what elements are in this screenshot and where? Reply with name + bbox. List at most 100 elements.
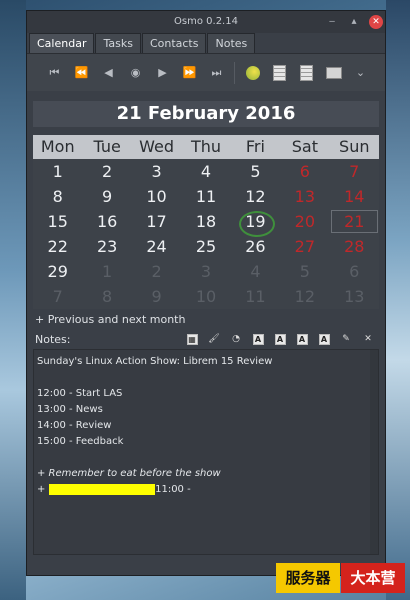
next-month-icon[interactable]: ⏩ (176, 61, 203, 85)
calendar-day[interactable]: 7 (330, 159, 379, 184)
calendar-day[interactable]: 4 (181, 159, 230, 184)
tab-bar: Calendar Tasks Contacts Notes (27, 33, 385, 53)
tab-notes[interactable]: Notes (207, 33, 256, 53)
tab-calendar[interactable]: Calendar (29, 33, 95, 53)
font-a-icon[interactable]: A (269, 331, 291, 347)
calendar-day[interactable]: 2 (132, 259, 181, 284)
calendar-day[interactable]: 12 (280, 284, 329, 309)
calendar-day[interactable]: 1 (33, 159, 82, 184)
calendar-day[interactable]: 20 (280, 209, 329, 234)
calendar-day[interactable]: 6 (330, 259, 379, 284)
notes-label: Notes: (35, 332, 71, 346)
calendar-day[interactable]: 12 (231, 184, 280, 209)
close-button[interactable]: ✕ (369, 15, 383, 29)
calendar-day[interactable]: 5 (280, 259, 329, 284)
calendar-day[interactable]: 3 (181, 259, 230, 284)
jump-to-date-icon[interactable] (239, 61, 266, 85)
clear-icon[interactable]: ✕ (357, 331, 379, 347)
note-line: Sunday's Linux Action Show: Librem 15 Re… (37, 356, 273, 367)
calendar-day[interactable]: 11 (231, 284, 280, 309)
note-line: 12:00 - Start LAS (37, 388, 123, 399)
font-a-icon[interactable]: A (291, 331, 313, 347)
date-calculator-icon[interactable] (293, 61, 320, 85)
desktop-background-left (0, 0, 26, 600)
prev-month-icon[interactable]: ⏪ (68, 61, 95, 85)
tab-tasks[interactable]: Tasks (95, 33, 141, 53)
weekday-header-row: Mon Tue Wed Thu Fri Sat Sun (33, 135, 379, 159)
clock-icon[interactable]: ◔ (225, 331, 247, 347)
calendar-day[interactable]: 5 (231, 159, 280, 184)
calendar-day-today[interactable]: 19 (231, 209, 280, 237)
weekday-label: Thu (190, 137, 222, 156)
calendar-day[interactable]: 8 (82, 284, 131, 309)
calendar-day[interactable]: 9 (82, 184, 131, 209)
calendar-day[interactable]: 27 (280, 234, 329, 259)
title-bar[interactable]: Osmo 0.2.14 ‒ ▴ ✕ (27, 11, 385, 33)
font-a-icon[interactable]: A (247, 331, 269, 347)
maximize-button[interactable]: ▴ (347, 15, 361, 29)
calendar-week-row: 8 9 10 11 12 13 14 (33, 184, 379, 209)
weekday-label: Wed (139, 137, 174, 156)
weekday-label: Fri (245, 137, 265, 156)
calendar-weeks: 1 2 3 4 5 6 7 8 9 10 11 12 13 14 15 16 17 18 19 20 21 22 23 24 2… (33, 159, 379, 309)
calendar-day[interactable]: 16 (82, 209, 131, 234)
note-line (37, 370, 375, 386)
grid-icon[interactable]: ▦ (181, 331, 203, 347)
font-a-icon[interactable]: A (313, 331, 335, 347)
calendar-day[interactable]: 10 (132, 184, 181, 209)
calendar-day[interactable]: 10 (181, 284, 230, 309)
notes-scrollbar[interactable] (370, 350, 378, 554)
calendar-day[interactable]: 8 (33, 184, 82, 209)
calendar-day[interactable]: 24 (132, 234, 181, 259)
calendar-day-selected[interactable]: 21 (330, 209, 379, 234)
next-day-icon[interactable]: ▶ (149, 61, 176, 85)
minimize-button[interactable]: ‒ (325, 15, 339, 29)
calendar-week-row: 1234567 (33, 159, 379, 184)
calendar-week-row: 22 23 24 25 26 27 28 (33, 234, 379, 259)
calendar-day[interactable]: 23 (82, 234, 131, 259)
weekday-label: Mon (40, 137, 75, 156)
notes-editor[interactable]: Sunday's Linux Action Show: Librem 15 Re… (33, 349, 379, 555)
calendar-day[interactable]: 13 (280, 184, 329, 209)
toolbar-separator (234, 61, 235, 84)
calendar-day[interactable]: 22 (33, 234, 82, 259)
watermark-badge-left: 服务器 (276, 563, 340, 593)
calendar-day[interactable]: 26 (231, 234, 280, 259)
note-line: 15:00 - Feedback (37, 436, 124, 447)
calendar-day[interactable]: 3 (132, 159, 181, 184)
calendar-day[interactable]: 17 (132, 209, 181, 234)
calendar-day[interactable]: 2 (82, 159, 131, 184)
note-prefix: + (37, 484, 49, 495)
weekday-label: Sat (291, 137, 318, 156)
calendar-day[interactable]: 14 (330, 184, 379, 209)
highlighter-icon[interactable]: ✎ (335, 331, 357, 347)
previous-next-month-toggle[interactable]: + Previous and next month (35, 313, 379, 329)
calendar-day[interactable]: 11 (181, 184, 230, 209)
calendar-day[interactable]: 4 (231, 259, 280, 284)
calendar-day[interactable]: 6 (280, 159, 329, 184)
calendar-week-row: 7 8 9 10 11 12 13 (33, 284, 379, 309)
full-year-calendar-icon[interactable] (266, 61, 293, 85)
prev-day-icon[interactable]: ◀ (95, 61, 122, 85)
calendar-day[interactable]: 1 (82, 259, 131, 284)
note-line (37, 450, 375, 466)
prev-year-icon[interactable]: ⏮ (41, 61, 68, 85)
brush-icon[interactable]: 🖌 (203, 331, 225, 347)
watermark-badge-right: 大本营 (341, 563, 405, 593)
note-line-highlighted: + xxxxxxxxxxxxxxxxxx11:00 - (37, 482, 375, 498)
calendar-day[interactable]: 28 (330, 234, 379, 259)
calendar-day[interactable]: 15 (33, 209, 82, 234)
chevron-down-icon[interactable]: ⌄ (347, 61, 374, 85)
highlighted-text: xxxxxxxxxxxxxxxxxx (48, 484, 156, 495)
calendar-day[interactable]: 29 (33, 259, 82, 284)
next-year-icon[interactable]: ⏭ (203, 61, 230, 85)
tab-contacts[interactable]: Contacts (141, 33, 207, 53)
calendar-day[interactable]: 7 (33, 284, 82, 309)
today-icon[interactable]: ◉ (122, 61, 149, 85)
calendar-day[interactable]: 13 (330, 284, 379, 309)
calendar-day[interactable]: 18 (181, 209, 230, 234)
calendar-day[interactable]: 25 (181, 234, 230, 259)
calendar-day[interactable]: 9 (132, 284, 181, 309)
print-icon[interactable] (320, 61, 347, 85)
osmo-window: Osmo 0.2.14 ‒ ▴ ✕ Calendar Tasks Contact… (26, 10, 386, 576)
